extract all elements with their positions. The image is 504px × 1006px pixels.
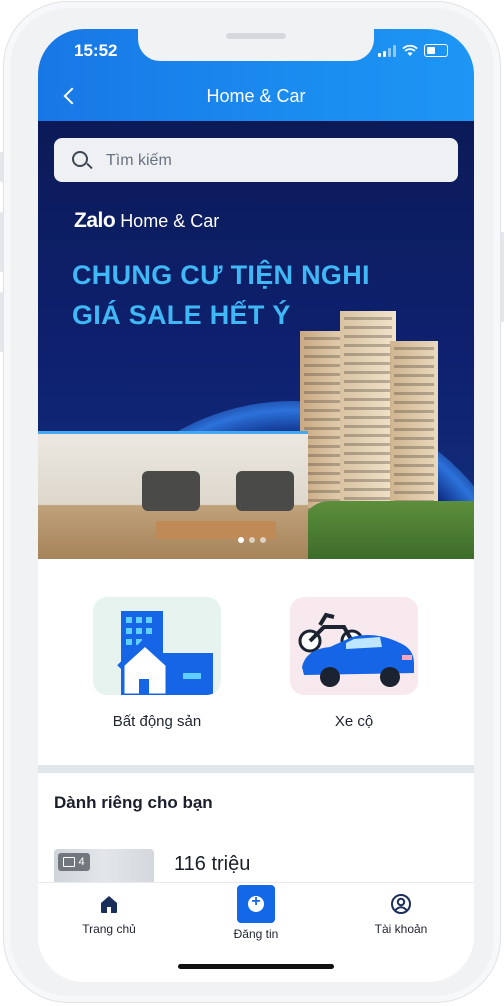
volume-up-button <box>0 212 4 272</box>
tab-label: Tài khoản <box>374 922 428 936</box>
battery-icon <box>424 44 448 57</box>
headline-line-2: GIÁ SALE HẾT Ý <box>72 300 291 330</box>
tab-post[interactable]: Đăng tin <box>201 885 311 941</box>
notch <box>138 29 374 61</box>
phone-frame: 15:52 Home & Car Tìm kiếm Zalo Home & Ca… <box>0 2 504 1002</box>
category-real-estate[interactable]: Bất động sản <box>93 597 221 730</box>
tab-home[interactable]: Trang chủ <box>54 893 164 936</box>
screen: 15:52 Home & Car Tìm kiếm Zalo Home & Ca… <box>38 29 474 982</box>
banner-brand: Zalo Home & Car <box>74 209 219 233</box>
image-count: 4 <box>78 856 85 868</box>
vehicle-icon <box>290 597 418 695</box>
listing-price[interactable]: 116 triệu <box>174 853 250 876</box>
tab-label: Đăng tin <box>233 927 279 941</box>
category-label: Xe cộ <box>334 713 374 730</box>
image-count-badge: 4 <box>58 853 90 871</box>
tab-label: Trang chủ <box>82 922 136 936</box>
category-section: Bất động sản Xe cộ <box>38 559 474 765</box>
brand-home-car: Home & Car <box>120 211 220 231</box>
section-title: Dành riêng cho bạn <box>54 793 213 812</box>
home-icon <box>101 896 117 913</box>
search-bar[interactable] <box>54 138 458 184</box>
category-label: Bất động sản <box>112 713 202 730</box>
headline-line-1: CHUNG CƯ TIỆN NGHI <box>72 260 370 290</box>
brand-zalo: Zalo <box>74 209 116 232</box>
wifi-icon <box>402 45 418 56</box>
mute-switch <box>0 152 4 182</box>
banner-headline: CHUNG CƯ TIỆN NGHI GIÁ SALE HẾT Ý <box>72 255 370 335</box>
image-icon <box>63 857 76 867</box>
carousel-dot[interactable] <box>238 537 244 543</box>
carousel-dot[interactable] <box>260 537 266 543</box>
category-vehicles[interactable]: Xe cộ <box>290 597 418 730</box>
armchair-image <box>236 471 294 511</box>
building-icon <box>93 597 221 695</box>
trees-image <box>300 501 474 559</box>
status-time: 15:52 <box>74 41 118 60</box>
section-divider <box>38 765 474 773</box>
signal-icon <box>378 45 396 57</box>
power-button <box>500 232 504 322</box>
armchair-image <box>142 471 200 511</box>
home-indicator <box>178 964 334 969</box>
volume-down-button <box>0 292 4 352</box>
carousel-dots <box>238 537 266 543</box>
tab-account[interactable]: Tài khoản <box>346 893 456 936</box>
search-input[interactable] <box>104 138 448 184</box>
promo-banner[interactable]: Zalo Home & Car CHUNG CƯ TIỆN NGHI GIÁ S… <box>38 121 474 559</box>
carousel-dot[interactable] <box>249 537 255 543</box>
search-icon <box>72 151 88 167</box>
account-icon <box>391 894 411 914</box>
page-title: Home & Car <box>206 86 306 106</box>
status-icons <box>378 43 448 57</box>
add-post-icon <box>237 885 275 923</box>
